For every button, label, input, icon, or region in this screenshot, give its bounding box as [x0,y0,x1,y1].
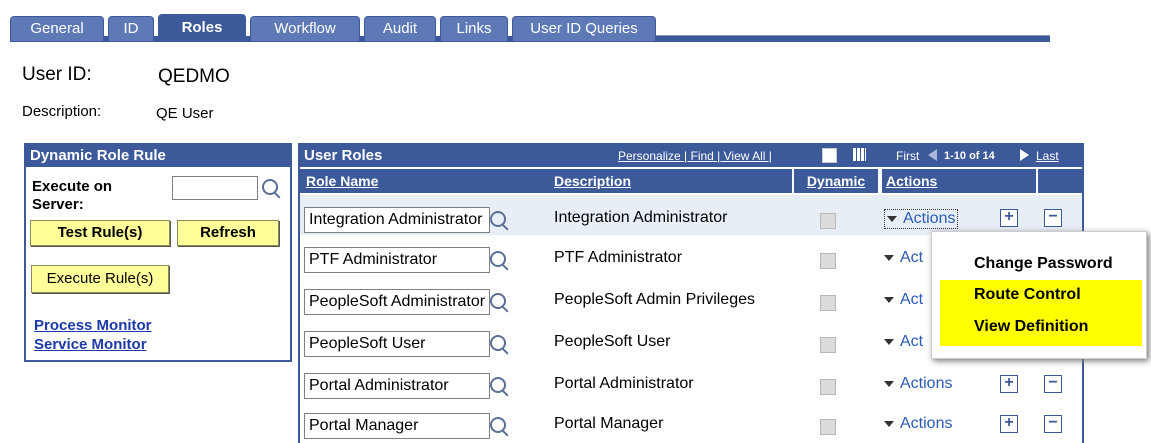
execute-on-server-label: Execute on Server: [32,178,113,213]
search-icon[interactable] [262,179,278,195]
grid-header: User Roles Personalize | Find | View All… [300,145,1082,167]
add-row-button[interactable]: + [1000,415,1018,433]
add-row-button[interactable]: + [1000,375,1018,393]
column-actions[interactable]: Actions [882,169,996,193]
dynamic-role-rule-title: Dynamic Role Rule [26,145,290,167]
execute-rules-button[interactable]: Execute Rule(s) [31,265,169,293]
actions-menu-trigger[interactable]: Actions [884,375,952,393]
add-row-button[interactable]: + [1000,209,1018,227]
actions-popup-menu: Change Password Route Control View Defin… [931,231,1147,359]
role-description: Portal Manager [554,415,664,432]
role-description: PeopleSoft Admin Privileges [554,291,755,308]
role-name-input[interactable]: PeopleSoft Administrator [304,289,490,315]
dynamic-checkbox [820,253,836,269]
description-value: QE User [156,105,214,122]
next-icon[interactable] [1020,149,1029,161]
search-icon[interactable] [490,417,506,433]
column-delete [1038,169,1082,193]
grid-title: User Roles [304,147,383,164]
column-role-name[interactable]: Role Name [300,169,554,193]
actions-menu-trigger[interactable]: Act [884,249,923,267]
search-icon[interactable] [490,211,506,227]
actions-menu-trigger[interactable]: Actions [884,415,952,433]
dynamic-checkbox [820,213,836,229]
role-description: Integration Administrator [554,209,728,226]
service-monitor-link[interactable]: Service Monitor [34,336,147,353]
tab-bar: General ID Roles Workflow Audit Links Us… [10,14,1050,42]
refresh-button[interactable]: Refresh [177,220,279,246]
menu-item-change-password[interactable]: Change Password [932,252,1146,276]
role-description: Portal Administrator [554,375,694,392]
tab-links[interactable]: Links [440,16,508,41]
last-link[interactable]: Last [1036,145,1059,167]
tab-user-id-queries[interactable]: User ID Queries [512,16,656,41]
dynamic-checkbox [820,295,836,311]
range-label: 1-10 of 14 [944,150,995,162]
tab-workflow[interactable]: Workflow [250,16,360,41]
tab-general[interactable]: General [10,16,104,41]
download-icon[interactable] [822,148,837,163]
table-row: Portal Administrator Portal Administrato… [300,363,1082,403]
tab-roles[interactable]: Roles [158,14,246,41]
delete-row-button[interactable]: − [1044,415,1062,433]
user-id-value: QEDMO [158,66,230,87]
column-dynamic[interactable]: Dynamic [794,169,878,193]
delete-row-button[interactable]: − [1044,209,1062,227]
previous-icon[interactable] [928,149,937,161]
grid-toolbar-links[interactable]: Personalize | Find | View All | [618,145,772,167]
actions-menu-trigger[interactable]: Act [884,333,923,351]
spreadsheet-icon[interactable] [853,148,866,161]
dynamic-checkbox [820,419,836,435]
column-add [994,169,1036,193]
server-input[interactable] [172,176,258,200]
table-row: Integration Administrator Integration Ad… [300,195,1082,235]
description-label: Description: [22,103,102,120]
role-name-input[interactable]: PeopleSoft User [304,331,490,357]
dynamic-checkbox [820,337,836,353]
role-description: PeopleSoft User [554,333,671,350]
actions-menu-trigger[interactable]: Act [884,291,923,309]
role-name-input[interactable]: Portal Administrator [304,373,490,399]
search-icon[interactable] [490,335,506,351]
process-monitor-link[interactable]: Process Monitor [34,317,152,334]
role-name-input[interactable]: PTF Administrator [304,247,490,273]
role-name-input[interactable]: Integration Administrator [304,207,490,233]
search-icon[interactable] [490,377,506,393]
user-id-label: User ID: [22,64,92,85]
menu-item-route-control[interactable]: Route Control [932,282,1146,308]
table-row: Portal Manager Portal Manager Actions + … [300,403,1082,443]
role-description: PTF Administrator [554,249,683,266]
tab-id[interactable]: ID [108,16,154,41]
search-icon[interactable] [490,293,506,309]
dynamic-checkbox [820,379,836,395]
delete-row-button[interactable]: − [1044,375,1062,393]
search-icon[interactable] [490,251,506,267]
first-label: First [896,149,920,163]
actions-menu-trigger[interactable]: Actions [884,209,959,229]
tab-audit[interactable]: Audit [364,16,436,41]
role-name-input[interactable]: Portal Manager [304,413,490,439]
test-rules-button[interactable]: Test Rule(s) [30,220,170,246]
menu-item-view-definition[interactable]: View Definition [932,314,1146,340]
column-description[interactable]: Description [550,169,792,193]
